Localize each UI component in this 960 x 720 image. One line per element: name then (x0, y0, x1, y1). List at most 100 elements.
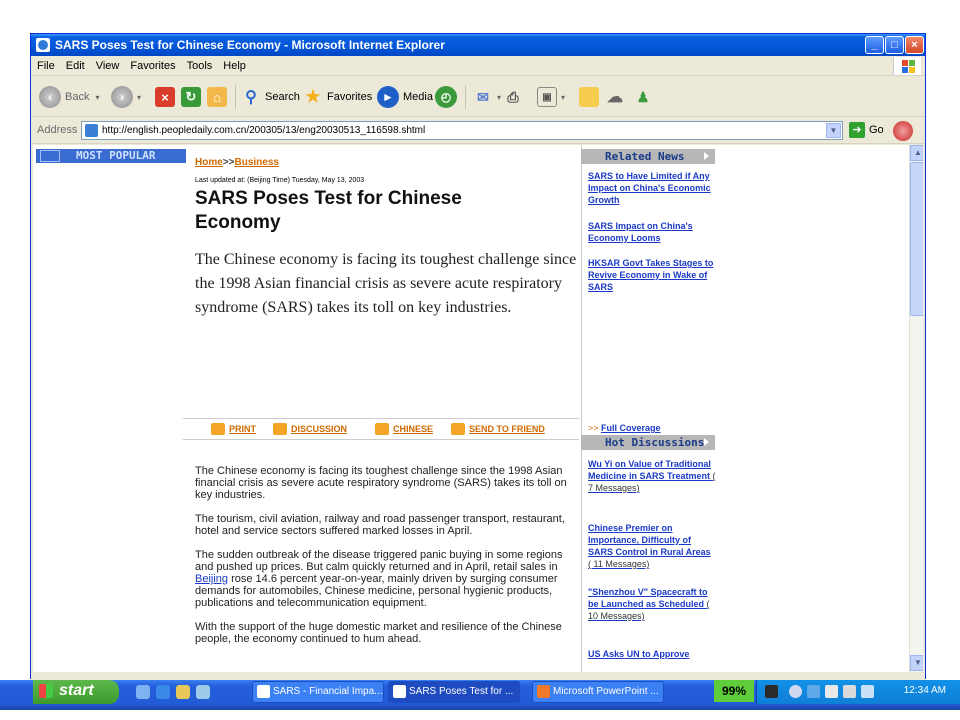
discussion-item[interactable]: Chinese Premier on Importance, Difficult… (588, 522, 716, 570)
breadcrumb-home-link[interactable]: Home (195, 157, 223, 168)
discuss-icon: ☁ (607, 89, 623, 106)
history-button[interactable]: ◴ (435, 85, 461, 109)
mail-button[interactable]: ✉ ▾ (473, 85, 501, 109)
address-dropdown-icon[interactable]: ▼ (826, 123, 841, 138)
browser-window: SARS Poses Test for Chinese Economy - Mi… (30, 33, 926, 680)
chinese-icon (375, 423, 389, 435)
discussion-label: DISCUSSION (291, 424, 348, 434)
toolbar: ‹ Back ▾ › ▾ × ↻ ⌂ ⚲ Search ★ Favorites … (31, 77, 925, 117)
full-coverage-link[interactable]: Full Coverage (601, 423, 661, 433)
minimize-button[interactable]: _ (865, 36, 884, 54)
discussion-title[interactable]: "Shenzhou V" Spacecraft to be Launched a… (588, 587, 708, 609)
media-icon: ► (377, 86, 399, 108)
menu-help[interactable]: Help (217, 57, 251, 72)
history-icon: ◴ (435, 86, 457, 108)
quicklaunch-icon[interactable] (196, 685, 210, 699)
battery-indicator[interactable]: 99% (714, 680, 754, 702)
related-news-link[interactable]: SARS Impact on China's Economy Looms (588, 220, 716, 244)
title-bar[interactable]: SARS Poses Test for Chinese Economy - Mi… (31, 34, 925, 56)
scroll-up-button[interactable]: ▲ (910, 145, 923, 161)
print-button[interactable]: ⎙ (503, 85, 527, 109)
refresh-button[interactable]: ↻ (181, 85, 205, 109)
power-plug-icon[interactable] (765, 685, 778, 698)
breadcrumb-separator: >> (222, 157, 235, 168)
favorites-label: Favorites (327, 91, 373, 103)
discussion-item[interactable]: Wu Yi on Value of Traditional Medicine i… (588, 458, 716, 494)
forward-button[interactable]: › ▾ (111, 85, 141, 109)
forward-arrow-icon: › (111, 86, 133, 108)
discussion-item[interactable]: "Shenzhou V" Spacecraft to be Launched a… (588, 586, 716, 622)
menu-edit[interactable]: Edit (60, 57, 90, 72)
edit-button[interactable]: ▣ ▾ (537, 85, 565, 109)
close-button[interactable]: × (905, 36, 924, 54)
menu-favorites[interactable]: Favorites (124, 57, 180, 72)
tools-icon[interactable] (825, 685, 838, 698)
windows-flag-icon (39, 684, 53, 698)
article-body: The Chinese economy is facing its toughe… (195, 465, 575, 657)
related-news-link[interactable]: SARS to Have Limited if Any Impact on Ch… (588, 170, 716, 206)
home-icon: ⌂ (207, 87, 227, 107)
scroll-down-button[interactable]: ▼ (910, 655, 923, 671)
send-icon (451, 423, 465, 435)
full-coverage: >> Full Coverage (588, 423, 661, 433)
discussion-title[interactable]: Wu Yi on Value of Traditional Medicine i… (588, 459, 711, 481)
page-icon (85, 124, 98, 137)
scroll-thumb[interactable] (910, 162, 923, 316)
links-icon[interactable] (893, 121, 913, 141)
most-popular-label: MOST POPULAR (76, 149, 156, 162)
discussion-title[interactable]: Chinese Premier on Importance, Difficult… (588, 523, 711, 557)
monitor-icon[interactable] (843, 685, 856, 698)
discussion-icon (273, 423, 287, 435)
taskbar-item[interactable]: Microsoft PowerPoint ... (532, 681, 664, 703)
stop-button[interactable]: × (155, 85, 179, 109)
ie-page-icon (36, 38, 50, 52)
chevron-icon[interactable] (789, 685, 802, 698)
ie-icon (393, 685, 406, 698)
paragraph: The tourism, civil aviation, railway and… (195, 513, 565, 537)
chinese-link[interactable]: CHINESE (375, 423, 433, 435)
messenger-button[interactable]: ♟ (633, 85, 657, 109)
maximize-button[interactable]: □ (885, 36, 904, 54)
refresh-icon: ↻ (181, 87, 201, 107)
home-button[interactable]: ⌂ (207, 85, 231, 109)
taskbar-item-active[interactable]: SARS Poses Test for ... (388, 681, 520, 703)
back-button[interactable]: ‹ Back ▾ (39, 85, 99, 109)
quicklaunch-icon[interactable] (136, 685, 150, 699)
discussion-item[interactable]: US Asks UN to Approve (588, 648, 716, 660)
quicklaunch-ie-icon[interactable] (156, 685, 170, 699)
send-to-friend-link[interactable]: SEND TO FRIEND (451, 423, 545, 435)
edit-dropdown-icon: ▾ (561, 92, 566, 102)
hot-discussions-heading: Hot Discussions (581, 435, 715, 450)
menu-view[interactable]: View (90, 57, 125, 72)
taskbar-item-label: SARS - Financial Impa... (273, 686, 383, 697)
vertical-scrollbar[interactable]: ▲ ▼ (909, 145, 923, 672)
discussion-title[interactable]: US Asks UN to Approve (588, 649, 689, 659)
menu-file[interactable]: File (31, 57, 60, 72)
most-popular-bar[interactable]: MOST POPULAR (36, 149, 186, 163)
favorites-button[interactable]: ★ Favorites (303, 85, 372, 109)
status-bar (31, 672, 925, 680)
paragraph-text: The sudden outbreak of the disease trigg… (195, 549, 563, 573)
volume-icon[interactable] (861, 685, 874, 698)
print-link[interactable]: PRINT (211, 423, 256, 435)
related-news-link[interactable]: HKSAR Govt Takes Stages to Revive Econom… (588, 257, 716, 293)
address-bar: Address http://english.peopledaily.com.c… (31, 118, 925, 144)
related-news-label: Related News (605, 150, 685, 163)
network-icon[interactable] (807, 685, 820, 698)
discuss-button[interactable]: ☁ (605, 85, 629, 109)
quicklaunch-icon[interactable] (176, 685, 190, 699)
folder-button[interactable] (579, 85, 603, 109)
start-button[interactable]: start (33, 680, 119, 704)
discussion-link[interactable]: DISCUSSION (273, 423, 347, 435)
breadcrumb-business-link[interactable]: Business (234, 157, 278, 168)
go-button[interactable]: ➜ Go (849, 122, 884, 138)
chinese-label: CHINESE (393, 424, 434, 434)
taskbar-item[interactable]: SARS - Financial Impa... (252, 681, 384, 703)
address-input[interactable]: http://english.peopledaily.com.cn/200305… (81, 121, 843, 140)
most-popular-icon (40, 150, 60, 162)
media-button[interactable]: ► Media (377, 85, 433, 109)
menu-tools[interactable]: Tools (181, 57, 218, 72)
beijing-link[interactable]: Beijing (195, 573, 228, 585)
search-button[interactable]: ⚲ Search (241, 85, 300, 109)
send-to-friend-label: SEND TO FRIEND (469, 424, 545, 434)
